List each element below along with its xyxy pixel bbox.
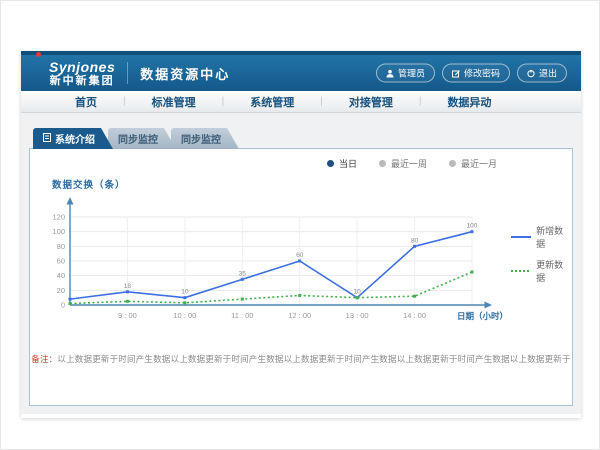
nav-separator: | [320, 96, 323, 107]
nav-separator: | [419, 96, 422, 107]
user-icon [386, 69, 394, 77]
tab-sync-monitor-2[interactable]: 同步监控 [171, 128, 239, 149]
svg-text:10 : 00: 10 : 00 [173, 311, 196, 320]
content-area: 系统介绍 同步监控 同步监控 当日 最 [21, 113, 581, 414]
svg-text:14 : 00: 14 : 00 [403, 311, 426, 320]
svg-text:10: 10 [354, 289, 362, 296]
radio-icon [379, 160, 386, 167]
svg-text:100: 100 [52, 227, 65, 236]
current-user-label: 管理员 [398, 67, 425, 80]
tab-bar: 系统介绍 同步监控 同步监控 [21, 113, 581, 149]
tab-sync-monitor-1[interactable]: 同步监控 [108, 128, 176, 149]
svg-text:100: 100 [467, 223, 478, 230]
nav-item-standard-mgmt[interactable]: 标准管理 [148, 94, 200, 110]
radio-icon [449, 160, 456, 167]
edit-icon [452, 69, 460, 77]
chart-row: 0 20 40 60 80 100 120 9 : 00 10 : 00 11 : 00 12 : … [30, 193, 572, 333]
header-bar: Synjones 新中新集团 数据资源中心 管理员 修改密码 [21, 51, 581, 91]
svg-text:18: 18 [124, 283, 132, 290]
svg-text:80: 80 [411, 237, 419, 244]
time-filter-group: 当日 最近一周 最近一月 [30, 149, 572, 170]
power-icon [527, 69, 535, 77]
app-window: Synjones 新中新集团 数据资源中心 管理员 修改密码 [21, 51, 581, 418]
svg-text:0: 0 [61, 301, 65, 310]
nav-item-data-change[interactable]: 数据异动 [443, 94, 495, 110]
line-chart: 0 20 40 60 80 100 120 9 : 00 10 : 00 11 : 00 12 : … [40, 193, 509, 333]
chart-panel: 当日 最近一周 最近一月 数据交换（条） 0204060801001209 : [29, 148, 573, 406]
time-filter-option[interactable]: 最近一周 [379, 157, 427, 170]
blue-line-icon [511, 235, 531, 239]
main-nav: 首页 | 标准管理 | 系统管理 | 对接管理 | 数据异动 [21, 91, 581, 113]
svg-text:60: 60 [296, 252, 304, 259]
nav-item-interface-mgmt[interactable]: 对接管理 [345, 94, 397, 110]
tab-system-intro[interactable]: 系统介绍 [33, 128, 113, 149]
green-dotted-line-icon [511, 269, 531, 273]
note-text: 以上数据更新于时间产生数据以上数据更新于时间产生数据以上数据更新于时间产生数据以… [57, 354, 570, 364]
screenshot-canvas: Synjones 新中新集团 数据资源中心 管理员 修改密码 [0, 0, 600, 450]
change-password-label: 修改密码 [464, 67, 500, 80]
header-user-actions: 管理员 修改密码 退出 [376, 64, 567, 83]
current-user-button[interactable]: 管理员 [376, 64, 435, 83]
page-title: 数据资源中心 [140, 64, 230, 83]
header-divider [127, 62, 128, 84]
change-password-button[interactable]: 修改密码 [442, 64, 510, 83]
logo-red-dot-icon [36, 52, 41, 57]
logo-text: Synjones [49, 60, 115, 74]
nav-item-system-mgmt[interactable]: 系统管理 [246, 94, 298, 110]
logo-subtext: 新中新集团 [50, 76, 115, 87]
logout-button[interactable]: 退出 [517, 64, 567, 83]
svg-text:40: 40 [57, 271, 65, 280]
svg-text:13 : 00: 13 : 00 [346, 311, 369, 320]
time-filter-option[interactable]: 最近一月 [449, 157, 497, 170]
radio-icon [327, 160, 334, 167]
svg-text:9 : 00: 9 : 00 [118, 311, 137, 320]
svg-text:35: 35 [239, 270, 247, 277]
svg-text:12 : 00: 12 : 00 [288, 311, 311, 320]
nav-separator: | [222, 96, 225, 107]
svg-text:11 : 00: 11 : 00 [231, 311, 253, 320]
nav-item-home[interactable]: 首页 [71, 94, 101, 110]
logout-label: 退出 [539, 67, 557, 80]
tab-label: 同步监控 [181, 131, 221, 146]
y-axis-label: 数据交换（条） [52, 177, 572, 191]
svg-text:10: 10 [181, 289, 189, 296]
nav-separator: | [123, 96, 126, 107]
svg-text:日期（小时）: 日期（小时） [457, 311, 508, 321]
svg-text:120: 120 [52, 213, 65, 222]
footer-note: 备注：以上数据更新于时间产生数据以上数据更新于时间产生数据以上数据更新于时间产生… [30, 353, 572, 365]
note-label: 备注： [31, 354, 57, 364]
company-logo: Synjones 新中新集团 [49, 60, 115, 87]
svg-text:60: 60 [57, 257, 65, 266]
legend-item-new-data[interactable]: 新增数据 [511, 224, 572, 250]
chart-legend: 新增数据 更新数据 [511, 224, 572, 284]
document-icon [43, 133, 51, 145]
tab-label: 系统介绍 [55, 131, 95, 146]
legend-item-updated-data[interactable]: 更新数据 [511, 258, 572, 284]
svg-text:20: 20 [57, 286, 65, 295]
tab-label: 同步监控 [118, 131, 158, 146]
time-filter-option[interactable]: 当日 [327, 157, 357, 170]
svg-text:80: 80 [57, 242, 65, 251]
